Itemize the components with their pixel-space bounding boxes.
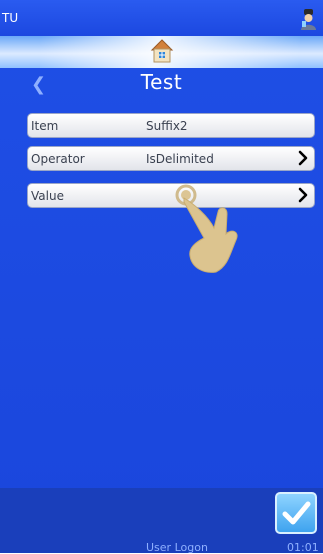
- row-label: Operator: [31, 152, 85, 166]
- status-label: TU: [2, 11, 19, 25]
- row-operator[interactable]: Operator IsDelimited: [27, 146, 315, 171]
- home-icon[interactable]: [150, 38, 174, 64]
- row-value: Suffix2: [146, 119, 188, 133]
- confirm-button[interactable]: [275, 492, 317, 534]
- row-label: Value: [31, 189, 64, 203]
- status-bar: TU: [0, 0, 323, 36]
- footer-time: 01:01: [287, 541, 319, 554]
- checkmark-icon: [282, 501, 311, 525]
- user-icon[interactable]: [299, 8, 317, 30]
- chevron-right-icon: [298, 150, 308, 166]
- row-label: Item: [31, 119, 59, 133]
- row-item[interactable]: Item Suffix2: [27, 113, 315, 138]
- hand-pointer-icon: [175, 184, 238, 273]
- row-value: IsDelimited: [146, 152, 214, 166]
- chevron-right-icon: [298, 187, 308, 203]
- page-title: Test: [140, 70, 183, 94]
- footer-text: User Logon: [146, 541, 208, 554]
